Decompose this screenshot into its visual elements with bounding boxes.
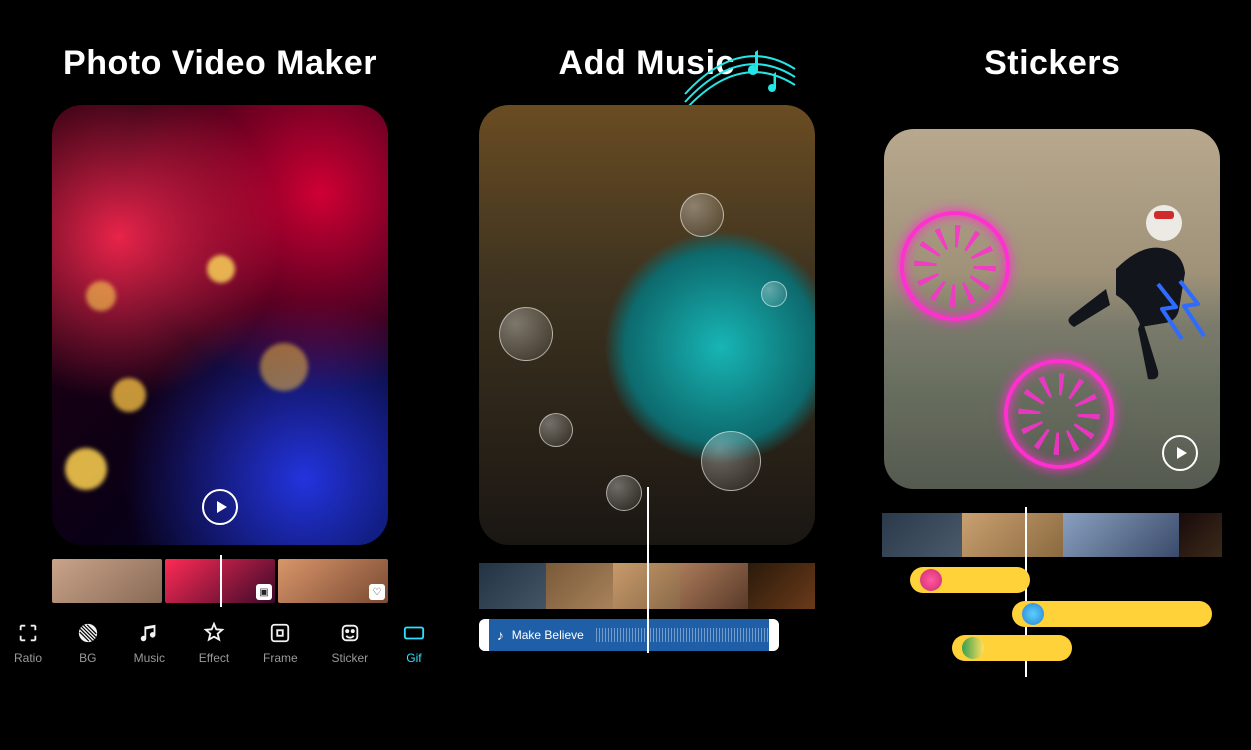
clip-thumb[interactable] (962, 513, 1063, 557)
panel-stickers: Stickers (864, 0, 1242, 750)
audio-track[interactable]: ♪ Make Believe (479, 619, 779, 651)
playhead[interactable] (220, 555, 222, 607)
bubble (680, 193, 724, 237)
tool-label: Music (134, 651, 165, 665)
tool-label: Gif (406, 651, 421, 665)
tool-sticker[interactable]: Sticker (331, 621, 368, 665)
clip-thumb[interactable] (1179, 513, 1222, 557)
preview-stickers[interactable] (884, 129, 1220, 489)
frame-icon (268, 621, 292, 645)
bubble (701, 431, 761, 491)
playhead[interactable] (647, 487, 649, 653)
clip-thumb[interactable] (546, 563, 613, 609)
neon-wheel-sticker[interactable] (900, 211, 1010, 321)
panel-title: Stickers (984, 44, 1120, 83)
sticker-track[interactable] (1012, 601, 1212, 627)
bubble (761, 281, 787, 307)
clip-strip[interactable]: ▣ ♡ (52, 559, 388, 603)
clip-thumb[interactable] (748, 563, 815, 609)
clip-thumb[interactable] (52, 559, 162, 603)
sticker-icon (338, 621, 362, 645)
effect-icon (202, 621, 226, 645)
preview-music[interactable] (479, 105, 815, 545)
bokeh-dot (112, 378, 146, 412)
clip-strip[interactable] (882, 513, 1222, 557)
sticker-chip-icon (962, 637, 984, 659)
panel-title: Photo Video Maker (63, 44, 377, 83)
clip-transition-icon[interactable]: ▣ (256, 584, 272, 600)
tool-label: Sticker (331, 651, 368, 665)
preview-photo-video[interactable] (52, 105, 388, 545)
sticker-track[interactable] (952, 635, 1072, 661)
bokeh-dot (86, 281, 116, 311)
play-button[interactable] (1162, 435, 1198, 471)
play-button[interactable] (202, 489, 238, 525)
bokeh-dot (65, 448, 107, 490)
bokeh-dot (207, 255, 235, 283)
tool-label: BG (79, 651, 96, 665)
music-icon (137, 621, 161, 645)
tool-gif[interactable]: Gif (402, 621, 426, 665)
panel-photo-video-maker: Photo Video Maker ▣ ♡ Ratio (10, 0, 430, 750)
sticker-track[interactable] (910, 567, 1030, 593)
sticker-chip-icon (920, 569, 942, 591)
tool-effect[interactable]: Effect (199, 621, 229, 665)
clip-thumb[interactable]: ♡ (278, 559, 388, 603)
tool-ratio[interactable]: Ratio (14, 621, 42, 665)
tool-label: Effect (199, 651, 229, 665)
bg-icon (76, 621, 100, 645)
tool-label: Frame (263, 651, 298, 665)
edit-toolbar: Ratio BG Music Effect (10, 621, 430, 665)
lightning-sticker[interactable] (1148, 279, 1208, 349)
clip-thumb[interactable] (882, 513, 962, 557)
clip-thumb[interactable] (680, 563, 747, 609)
ratio-icon (16, 621, 40, 645)
bubble (499, 307, 553, 361)
sticker-chip-icon (1022, 603, 1044, 625)
clip-thumb[interactable] (1063, 513, 1179, 557)
track-name: Make Believe (512, 628, 584, 642)
music-note-icon: ♪ (497, 627, 504, 643)
bubble (606, 475, 642, 511)
tool-music[interactable]: Music (134, 621, 165, 665)
tool-bg[interactable]: BG (76, 621, 100, 665)
clip-thumb[interactable] (479, 563, 546, 609)
panel-add-music: Add Music (458, 0, 836, 750)
bokeh-dot (260, 343, 308, 391)
gif-icon (402, 621, 426, 645)
tool-frame[interactable]: Frame (263, 621, 298, 665)
waveform (596, 628, 769, 642)
bubble (539, 413, 573, 447)
tool-label: Ratio (14, 651, 42, 665)
clip-favorite-icon[interactable]: ♡ (369, 584, 385, 600)
sticker-tracks (882, 567, 1222, 661)
